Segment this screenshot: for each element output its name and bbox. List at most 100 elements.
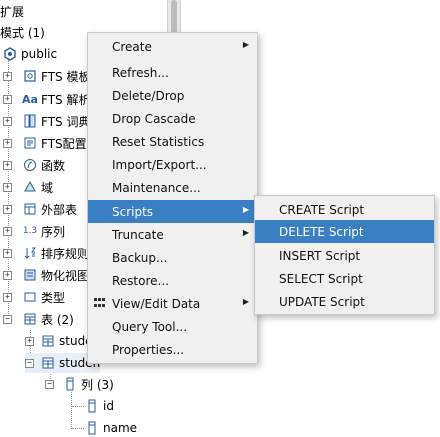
tree-node-fts-templates[interactable]: + FTS 模板 <box>3 66 90 86</box>
submenu-arrow-icon: ▶ <box>242 297 249 306</box>
column-icon <box>84 420 100 436</box>
menu-item-truncate[interactable]: Truncate ▶ <box>88 223 257 246</box>
data-grid-icon <box>94 298 106 309</box>
menu-item-label: UPDATE Script <box>279 294 365 309</box>
submenu-arrow-icon: ▶ <box>242 228 249 237</box>
menu-item-label: Reset Statistics <box>112 134 205 149</box>
expand-toggle[interactable]: + <box>3 138 12 148</box>
expand-toggle[interactable]: + <box>3 204 12 214</box>
menu-item-select-script[interactable]: SELECT Script <box>255 267 434 290</box>
tree-node-table-1[interactable]: + stude <box>25 331 93 351</box>
menu-item-label: Properties... <box>112 342 185 357</box>
menu-item-maintenance[interactable]: Maintenance... <box>88 176 257 199</box>
menu-item-label: Scripts <box>112 204 154 219</box>
tree-node-materialized-views[interactable]: + 物化视图 <box>3 265 89 285</box>
columns-icon <box>62 376 78 392</box>
tree-node-label: 扩展 <box>0 4 25 19</box>
expand-toggle[interactable]: + <box>3 71 12 81</box>
tree-node-types[interactable]: + 类型 <box>3 287 65 307</box>
tree-node-fts-parsers[interactable]: + Aa FTS 解析 <box>3 89 90 109</box>
menu-item-update-script[interactable]: UPDATE Script <box>255 290 434 313</box>
expand-toggle[interactable]: + <box>3 292 12 302</box>
tree-node-columns[interactable]: − 列 (3) <box>45 374 114 394</box>
expand-toggle[interactable]: + <box>3 116 12 126</box>
tree-node-label: 排序规则 <box>41 246 90 261</box>
tree-node-public[interactable]: public <box>2 44 57 64</box>
menu-item-reset-statistics[interactable]: Reset Statistics <box>88 130 257 153</box>
scripts-submenu: CREATE Script DELETE Script INSERT Scrip… <box>254 195 435 315</box>
tree-node-label: FTS 模板 <box>41 69 91 84</box>
text-icon: Aa <box>22 92 38 106</box>
menu-item-refresh[interactable]: Refresh... <box>88 61 257 84</box>
domain-icon <box>22 179 38 195</box>
table-icon <box>40 355 56 371</box>
expand-toggle[interactable]: + <box>3 182 12 192</box>
expand-toggle[interactable]: + <box>3 226 12 236</box>
submenu-arrow-icon: ▶ <box>242 205 249 214</box>
menu-item-delete-script[interactable]: DELETE Script <box>255 220 434 243</box>
menu-item-create[interactable]: Create ▶ <box>88 35 257 58</box>
tree-node-label: 函数 <box>41 158 66 173</box>
tree-node-domains[interactable]: + 域 <box>3 177 53 197</box>
tree-node-fts-dicts[interactable]: + FTS 词典 <box>3 111 90 131</box>
expand-toggle[interactable]: + <box>3 94 12 104</box>
view-icon <box>22 267 38 283</box>
context-menu: Create ▶ Refresh... Delete/Drop Drop Cas… <box>87 32 258 364</box>
tree-node-label: name <box>103 421 138 435</box>
menu-item-query-tool[interactable]: Query Tool... <box>88 315 257 338</box>
menu-item-label: View/Edit Data <box>112 296 201 311</box>
menu-item-label: INSERT Script <box>279 248 361 263</box>
config-icon <box>22 135 38 151</box>
expand-toggle[interactable]: + <box>3 160 12 170</box>
tree-node-label: 序列 <box>41 224 66 239</box>
tree-node-tables[interactable]: − 表 (2) <box>3 309 74 329</box>
tree-node-label: 外部表 <box>41 202 78 217</box>
tree-node-column-name[interactable]: name <box>84 418 137 437</box>
collapse-toggle[interactable]: − <box>45 379 54 389</box>
menu-item-properties[interactable]: Properties... <box>88 338 257 361</box>
table-icon <box>40 333 56 349</box>
menu-item-label: Drop Cascade <box>112 111 196 126</box>
schema-icon <box>2 46 18 62</box>
menu-item-create-script[interactable]: CREATE Script <box>255 198 434 221</box>
menu-item-label: DELETE Script <box>279 224 364 239</box>
tree-node-label: FTS 词典 <box>41 114 91 129</box>
menu-item-label: Truncate <box>112 227 164 242</box>
tree-node-extensions[interactable]: 扩展 <box>0 1 24 21</box>
sequence-icon: 1.3 <box>22 226 38 236</box>
expand-toggle[interactable]: + <box>25 336 34 346</box>
menu-item-label: Restore... <box>112 273 169 288</box>
menu-item-view-edit-data[interactable]: View/Edit Data ▶ <box>88 292 257 315</box>
menu-item-label: Import/Export... <box>112 157 207 172</box>
menu-item-drop-cascade[interactable]: Drop Cascade <box>88 107 257 130</box>
menu-item-label: Delete/Drop <box>112 88 185 103</box>
tree-node-fts-configs[interactable]: + FTS配置 <box>3 133 87 153</box>
tree-node-foreign-tables[interactable]: + 外部表 <box>3 199 77 219</box>
tree-node-label: 列 (3) <box>81 377 114 392</box>
menu-item-restore[interactable]: Restore... <box>88 269 257 292</box>
collapse-toggle[interactable]: − <box>3 314 12 324</box>
tree-node-collations[interactable]: + 排序规则 <box>3 243 89 263</box>
menu-item-label: Query Tool... <box>112 319 188 334</box>
tree-node-label: 域 <box>41 180 54 195</box>
tree-node-label: FTS配置 <box>41 136 87 151</box>
tree-connector <box>71 392 72 429</box>
collapse-toggle[interactable]: − <box>25 358 34 368</box>
tree-node-label: FTS 解析 <box>41 92 91 107</box>
expand-toggle[interactable]: + <box>3 248 12 258</box>
menu-item-backup[interactable]: Backup... <box>88 246 257 269</box>
tree-node-sequences[interactable]: + 1.3 序列 <box>3 221 65 241</box>
menu-item-scripts[interactable]: Scripts ▶ <box>88 200 257 223</box>
menu-item-label: Maintenance... <box>112 180 201 195</box>
tree-node-schemas[interactable]: 模式 (1) <box>0 22 45 42</box>
menu-item-delete-drop[interactable]: Delete/Drop <box>88 84 257 107</box>
tree-node-column-id[interactable]: id <box>84 396 114 416</box>
fts-template-icon <box>22 68 38 84</box>
expand-toggle[interactable]: + <box>3 270 12 280</box>
tree-node-functions[interactable]: + 函数 <box>3 155 65 175</box>
tree-node-label: public <box>21 47 58 61</box>
menu-item-label: Create <box>112 39 152 54</box>
submenu-arrow-icon: ▶ <box>242 40 249 49</box>
menu-item-import-export[interactable]: Import/Export... <box>88 153 257 176</box>
menu-item-insert-script[interactable]: INSERT Script <box>255 244 434 267</box>
